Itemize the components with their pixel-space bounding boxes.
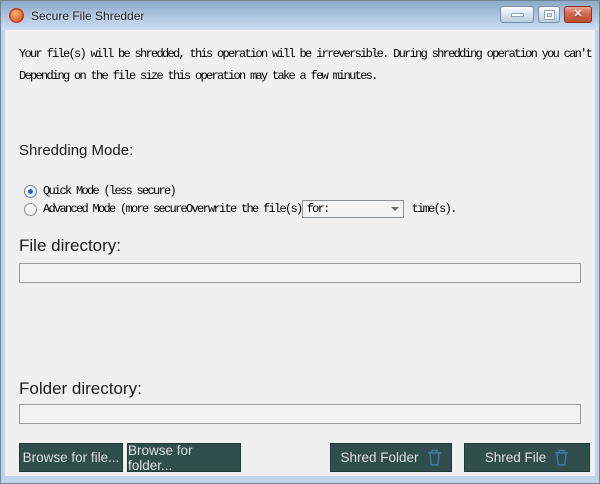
shred-folder-button[interactable]: Shred Folder bbox=[330, 443, 452, 472]
file-directory-heading: File directory: bbox=[19, 235, 595, 257]
browse-for-folder-label: Browse for folder... bbox=[128, 443, 240, 473]
times-label: time(s). bbox=[412, 202, 456, 216]
window-title: Secure File Shredder bbox=[31, 9, 144, 23]
advanced-mode-option[interactable]: Advanced Mode (more secureOverwrite the … bbox=[24, 200, 595, 218]
titlebar[interactable]: Secure File Shredder ✕ bbox=[1, 1, 599, 30]
advanced-mode-radio[interactable] bbox=[24, 203, 37, 216]
maximize-icon bbox=[545, 11, 554, 19]
chevron-down-icon bbox=[391, 207, 399, 211]
browse-for-file-label: Browse for file... bbox=[23, 450, 120, 465]
shredding-mode-options: Quick Mode (less secure) Advanced Mode (… bbox=[24, 182, 595, 218]
overwrite-label: Overwrite the file(s) bbox=[186, 202, 302, 216]
warning-text: Your file(s) will be shredded, this oper… bbox=[19, 43, 595, 87]
advanced-mode-label: Advanced Mode (more secure bbox=[43, 202, 186, 216]
close-button[interactable]: ✕ bbox=[564, 6, 592, 23]
trash-icon bbox=[554, 449, 569, 466]
shred-file-button[interactable]: Shred File bbox=[464, 443, 590, 472]
maximize-button[interactable] bbox=[538, 6, 560, 23]
file-directory-input[interactable] bbox=[19, 263, 581, 283]
window-content: Your file(s) will be shredded, this oper… bbox=[5, 30, 595, 476]
shredding-mode-heading: Shredding Mode: bbox=[19, 141, 595, 161]
minimize-button[interactable] bbox=[500, 6, 534, 23]
minimize-icon bbox=[511, 13, 524, 17]
warning-line-2: Depending on the file size this operatio… bbox=[19, 65, 595, 87]
close-icon: ✕ bbox=[573, 9, 582, 20]
warning-line-1: Your file(s) will be shredded, this oper… bbox=[19, 43, 595, 65]
action-buttons: Browse for file... Browse for folder... … bbox=[5, 443, 595, 472]
shred-folder-label: Shred Folder bbox=[340, 450, 418, 465]
browse-for-file-button[interactable]: Browse for file... bbox=[19, 443, 123, 472]
window-controls: ✕ bbox=[500, 6, 592, 23]
overwrite-times-value: for: bbox=[307, 202, 391, 216]
folder-directory-heading: Folder directory: bbox=[19, 378, 595, 400]
app-window: Secure File Shredder ✕ Your file(s) will… bbox=[0, 0, 600, 484]
quick-mode-option[interactable]: Quick Mode (less secure) bbox=[24, 182, 595, 200]
quick-mode-label: Quick Mode (less secure) bbox=[43, 184, 175, 198]
trash-icon bbox=[427, 449, 442, 466]
app-icon bbox=[9, 8, 24, 23]
folder-directory-input[interactable] bbox=[19, 404, 581, 424]
overwrite-times-select[interactable]: for: bbox=[302, 200, 404, 218]
browse-for-folder-button[interactable]: Browse for folder... bbox=[127, 443, 241, 472]
shred-file-label: Shred File bbox=[485, 450, 547, 465]
quick-mode-radio[interactable] bbox=[24, 185, 37, 198]
